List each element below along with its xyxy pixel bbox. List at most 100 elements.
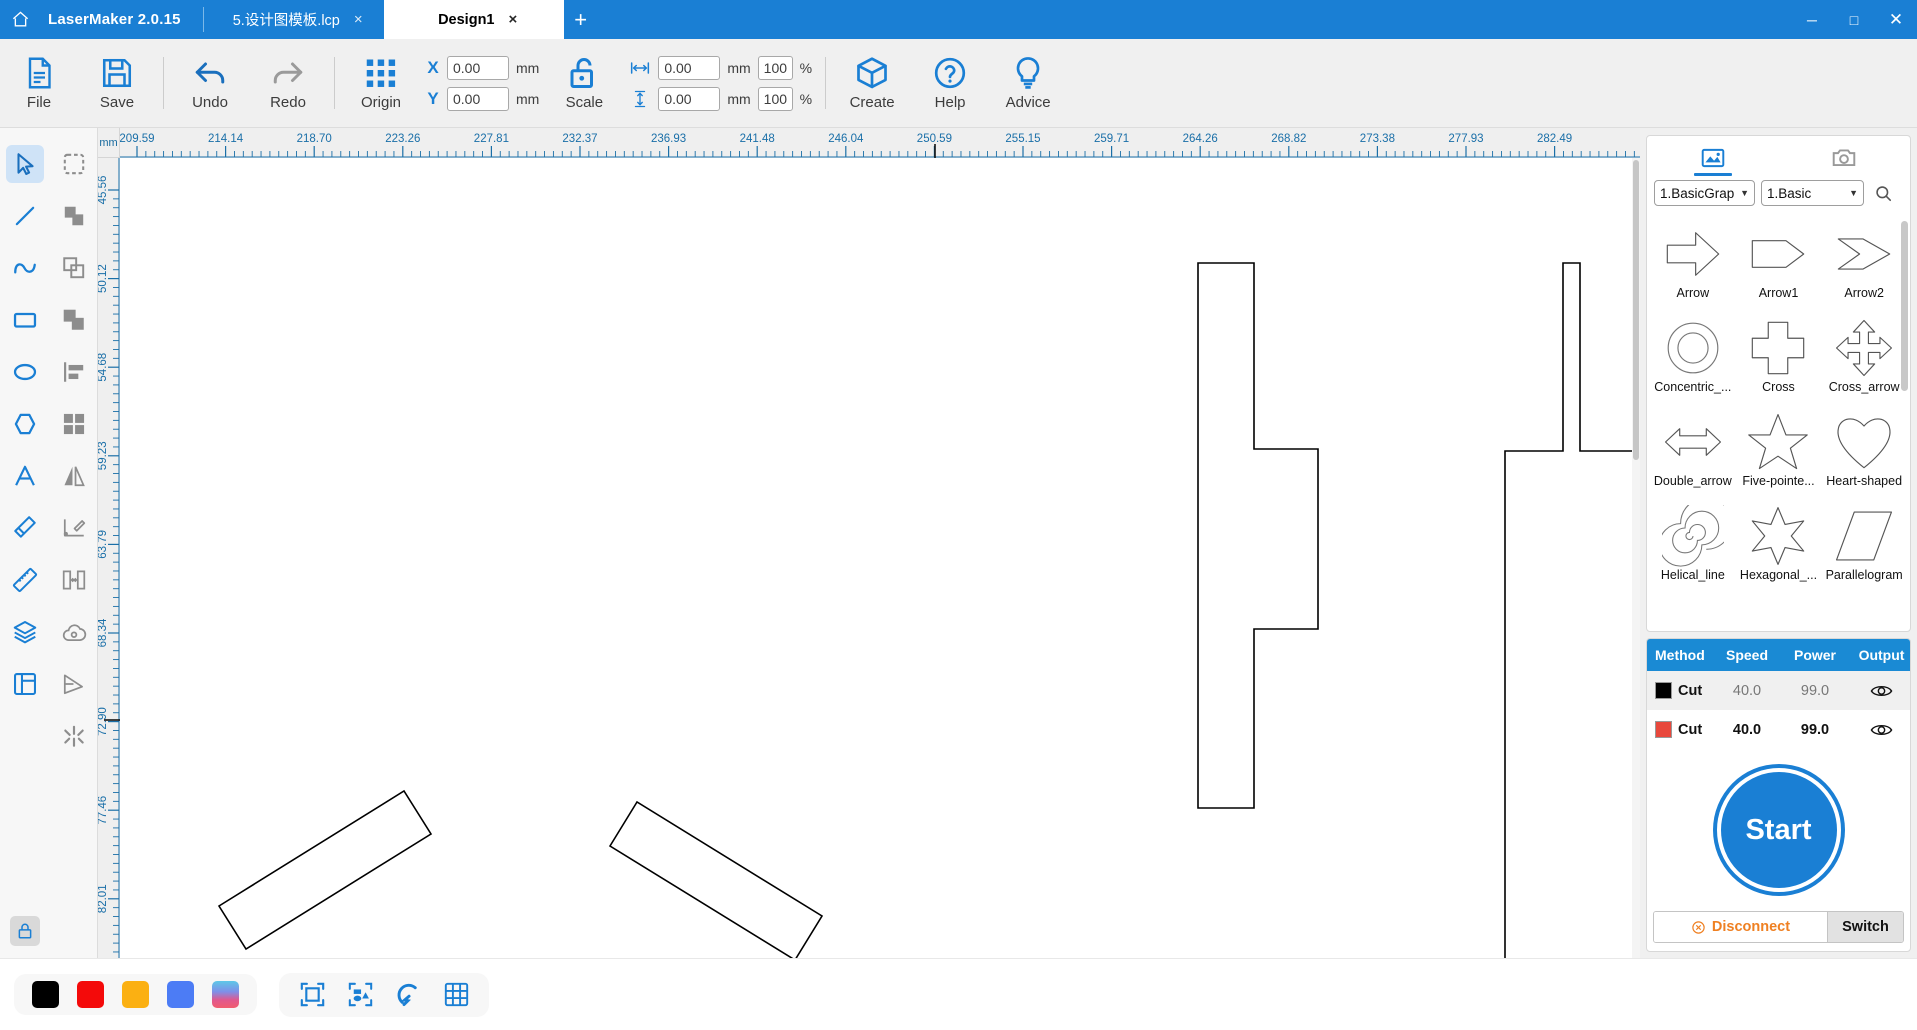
select-tool[interactable] [5,145,44,183]
polygon-tool[interactable] [6,405,44,443]
scrollbar-thumb[interactable] [1633,160,1639,460]
category-select[interactable]: 1.BasicGrap ▼ [1654,180,1755,206]
shape-library-scrollbar[interactable] [1901,221,1908,391]
spark-tool[interactable] [55,717,93,755]
align-tool[interactable] [55,353,93,391]
mirror-tool[interactable] [55,457,93,495]
y-input[interactable] [447,86,509,111]
rectangle-tool[interactable] [6,301,44,339]
search-icon[interactable] [1870,184,1896,203]
union-tool[interactable] [55,197,93,235]
offset-tool[interactable] [55,561,93,599]
eraser-tool[interactable] [6,509,44,547]
horizontal-ruler[interactable]: 209.59 214.14 218.70 223.26 227.81 232.37 236.… [120,128,1640,158]
shape-library-tab[interactable] [1647,136,1779,180]
width-percent-input[interactable] [757,55,793,80]
color-swatch-gradient[interactable] [212,981,239,1008]
maximize-button[interactable]: □ [1833,0,1875,39]
undo-button[interactable]: Undo [171,44,249,122]
table-row[interactable]: Cut 40.0 99.0 [1647,710,1910,749]
canvas-vertical-scrollbar[interactable] [1632,158,1640,958]
frame-tool[interactable] [6,665,44,703]
file-button[interactable]: File [0,44,78,122]
magnet-snap-icon[interactable] [393,980,423,1010]
eye-icon[interactable] [1849,722,1910,738]
help-button[interactable]: Help [911,44,989,122]
vertical-ruler[interactable]: 45.56 50.12 54.68 59.23 63.79 68.34 72.90 77.46… [98,158,120,958]
power-value[interactable]: 99.0 [1781,722,1849,738]
intersect-tool[interactable] [55,301,93,339]
color-swatch-black[interactable] [32,981,59,1008]
redo-button[interactable]: Redo [249,44,327,122]
shape-item-hexagonal-star[interactable]: Hexagonal_... [1736,501,1822,595]
lock-icon[interactable] [10,916,40,946]
origin-button[interactable]: Origin [342,44,420,122]
ruler-tool[interactable] [6,561,44,599]
close-icon[interactable]: × [509,12,518,27]
fit-frame-icon[interactable] [297,980,327,1010]
rotated-rectangle-left[interactable] [217,789,433,951]
close-window-button[interactable]: ✕ [1875,0,1917,39]
shape-item-cross-arrow[interactable]: Cross_arrow [1821,313,1907,407]
layer-color-swatch[interactable] [1655,721,1672,738]
color-swatch-orange[interactable] [122,981,149,1008]
measure-angle-tool[interactable] [55,509,93,547]
scale-button[interactable]: Scale [545,44,623,122]
height-input[interactable] [658,86,721,111]
shape-item-cross[interactable]: Cross [1736,313,1822,407]
home-icon[interactable] [0,0,40,39]
minimize-button[interactable]: ─ [1791,0,1833,39]
shape-item-arrow1[interactable]: Arrow1 [1736,219,1822,313]
curve-tool[interactable] [6,249,44,287]
array-tool[interactable] [55,405,93,443]
subtract-tool[interactable] [55,249,93,287]
layer-color-swatch[interactable] [1655,682,1672,699]
notched-panel-left[interactable] [1197,262,1319,809]
speed-value[interactable]: 40.0 [1713,722,1781,738]
color-swatch-red[interactable] [77,981,104,1008]
shape-item-double-arrow[interactable]: Double_arrow [1650,407,1736,501]
shape-item-helical-line[interactable]: Helical_line [1650,501,1736,595]
grid-icon[interactable] [441,980,471,1010]
camera-tab[interactable] [1779,136,1911,180]
text-tool[interactable] [6,457,44,495]
node-edit-tool[interactable] [55,665,93,703]
shape-item-five-pointed-star[interactable]: Five-pointe... [1736,407,1822,501]
subcategory-select[interactable]: 1.Basic ▼ [1761,180,1864,206]
marquee-select-tool[interactable] [55,145,93,183]
tab-design1[interactable]: Design1 × [383,0,564,39]
method-cell[interactable]: Cut [1651,682,1713,699]
advice-button[interactable]: Advice [989,44,1067,122]
switch-button[interactable]: Switch [1827,912,1903,942]
shape-item-heart[interactable]: Heart-shaped [1821,407,1907,501]
color-swatch-blue[interactable] [167,981,194,1008]
tabbed-panel-right[interactable] [1504,262,1640,958]
rotated-rectangle-right[interactable] [608,800,824,958]
new-tab-button[interactable]: + [564,0,598,39]
canvas-drawing[interactable] [120,158,1640,958]
select-all-shapes-icon[interactable] [345,980,375,1010]
width-input[interactable] [658,55,721,80]
eye-icon[interactable] [1849,683,1910,699]
shape-item-arrow2[interactable]: Arrow2 [1821,219,1907,313]
disconnect-button[interactable]: Disconnect [1654,912,1827,942]
ellipse-tool[interactable] [6,353,44,391]
tab-design-template[interactable]: 5.设计图模板.lcp × [204,0,384,39]
height-percent-input[interactable] [757,86,793,111]
shape-item-parallelogram[interactable]: Parallelogram [1821,501,1907,595]
shape-library-grid[interactable]: Arrow Arrow1 Arrow2 Concentric_... Cross… [1647,213,1910,631]
power-value[interactable]: 99.0 [1781,683,1849,699]
method-cell[interactable]: Cut [1651,721,1713,738]
canvas-workspace[interactable]: mm 209.59 214.14 218.70 223.26 227.81 232.37 2… [98,128,1640,958]
cloud-tool[interactable] [55,613,93,651]
save-button[interactable]: Save [78,44,156,122]
table-row[interactable]: Cut 40.0 99.0 [1647,671,1910,710]
start-button[interactable]: Start [1716,768,1841,892]
line-tool[interactable] [6,197,44,235]
shape-item-concentric-circle[interactable]: Concentric_... [1650,313,1736,407]
close-icon[interactable]: × [354,12,363,27]
design-canvas[interactable] [120,158,1640,958]
speed-value[interactable]: 40.0 [1713,683,1781,699]
shape-item-arrow[interactable]: Arrow [1650,219,1736,313]
create-button[interactable]: Create [833,44,911,122]
